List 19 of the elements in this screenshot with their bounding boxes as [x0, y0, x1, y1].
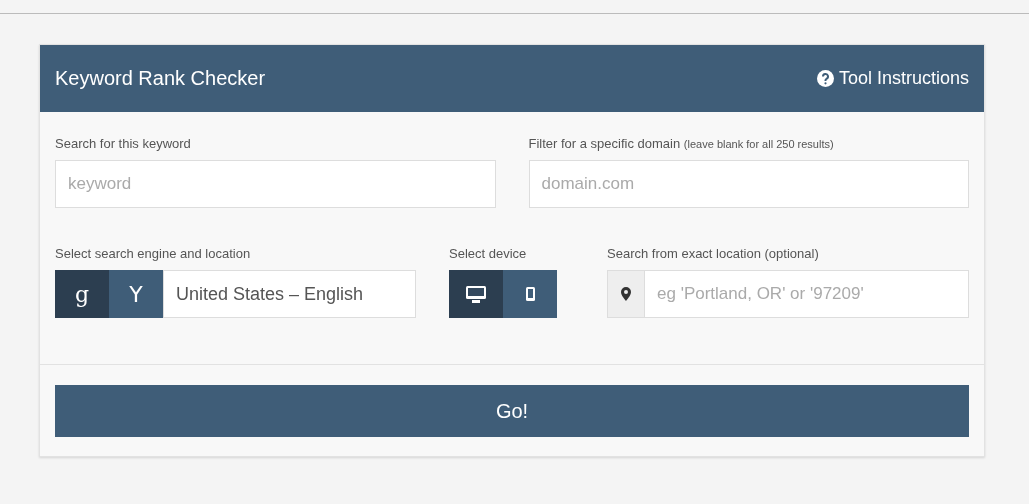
card-title: Keyword Rank Checker	[55, 67, 266, 90]
keyword-input[interactable]: keyword	[55, 160, 496, 208]
exact-location-label: Search from exact location (optional)	[607, 246, 820, 261]
monitor-icon	[466, 285, 486, 303]
google-engine-button[interactable]: g	[55, 270, 109, 318]
exact-location-input[interactable]: eg 'Portland, OR' or '97209'	[644, 270, 969, 318]
device-label: Select device	[449, 246, 528, 261]
phone-icon	[525, 287, 535, 301]
map-pin-icon	[621, 287, 631, 301]
location-select[interactable]: United States – English	[163, 270, 416, 318]
mobile-device-button[interactable]	[503, 270, 557, 318]
domain-input[interactable]: domain.com	[528, 160, 969, 208]
engine-label: Select search engine and location	[55, 246, 252, 261]
domain-label: Filter for a specific domain (leave blank for all 250 results)	[528, 136, 835, 151]
question-circle-icon	[816, 70, 834, 87]
go-button[interactable]: Go!	[55, 385, 969, 437]
desktop-device-button[interactable]	[449, 270, 503, 318]
keyword-label: Search for this keyword	[55, 136, 192, 151]
yahoo-engine-button[interactable]: Y	[109, 270, 163, 318]
